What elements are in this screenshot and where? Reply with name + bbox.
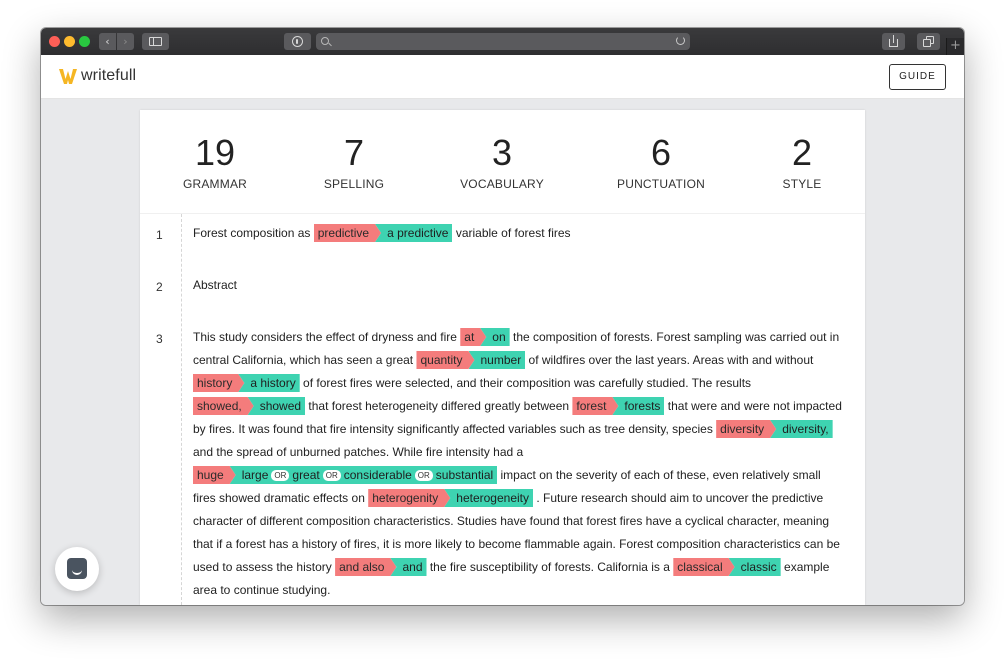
paragraph-3: This study considers the effect of dryne… [193, 326, 842, 602]
error-highlight[interactable]: quantity [416, 351, 474, 369]
writefull-logo-icon [59, 69, 77, 84]
chat-icon [67, 558, 87, 579]
reload-icon[interactable] [676, 36, 685, 45]
text-span: of wildfires over the last years. Areas … [528, 353, 814, 367]
or-separator: OR [414, 470, 433, 481]
stat-count: 2 [791, 132, 813, 173]
paragraph-1: Forest composition as predictive a predic… [193, 222, 833, 245]
privacy-report-button[interactable] [284, 33, 311, 50]
stat-style[interactable]: 2 STYLE [747, 132, 857, 191]
logo-text: writefull [81, 67, 137, 84]
suggestion-highlight[interactable]: number [468, 351, 526, 369]
text-span: fires showed dramatic effects on [193, 491, 365, 505]
show-tabs-button[interactable] [917, 33, 940, 50]
error-highlight[interactable]: forest [572, 397, 618, 415]
new-tab-button[interactable]: + [946, 38, 964, 55]
sidebar-icon [149, 37, 162, 46]
text-span: Forest composition as [193, 226, 311, 240]
error-highlight[interactable]: heterogenity [368, 489, 450, 507]
chat-button[interactable] [55, 547, 99, 591]
or-separator: OR [322, 470, 341, 481]
sidebar-toggle-button[interactable] [142, 33, 169, 50]
share-button[interactable] [882, 33, 905, 50]
text-span: . Future research should aim to uncover … [536, 491, 824, 505]
error-highlight[interactable]: huge [193, 466, 236, 484]
text-span: This study considers the effect of dryne… [193, 330, 457, 344]
line-gutter-divider [181, 214, 182, 605]
text-span: that were and were not impacted [667, 399, 842, 413]
browser-toolbar: ‹ › + [41, 28, 964, 55]
line-number: 3 [156, 332, 163, 346]
search-icon [321, 37, 329, 45]
text-span: Abstract [193, 278, 238, 292]
suggestion-highlight[interactable]: a predictive [375, 224, 453, 242]
stat-label: PUNCTUATION [617, 177, 705, 191]
text-span: that if a forest has a history of fires,… [193, 537, 840, 551]
error-highlight[interactable]: history [193, 374, 244, 392]
document-card: 19 GRAMMAR 7 SPELLING 3 VOCABULARY 6 PUN… [140, 110, 865, 605]
suggestion-options: large OR great OR considerable OR substantial [229, 466, 498, 484]
error-highlight[interactable]: showed, [193, 397, 254, 415]
stat-count: 7 [343, 132, 365, 173]
close-window-button[interactable] [49, 36, 60, 47]
paragraph-2: Abstract [193, 274, 833, 297]
text-span: the composition of forests. Forest sampl… [512, 330, 840, 344]
or-separator: OR [271, 470, 290, 481]
error-highlight[interactable]: classical [673, 558, 734, 576]
stat-vocabulary[interactable]: 3 VOCABULARY [447, 132, 557, 191]
suggestion-option[interactable]: substantial [436, 468, 493, 482]
back-button[interactable]: ‹ [99, 33, 116, 50]
stat-label: VOCABULARY [460, 177, 544, 191]
suggestion-highlight[interactable]: diversity, [770, 420, 833, 438]
forward-button[interactable]: › [117, 33, 134, 50]
shield-icon [292, 36, 303, 47]
suggestion-highlight[interactable]: showed [247, 397, 306, 415]
suggestion-highlight[interactable]: heterogeneity [444, 489, 533, 507]
text-span: area to continue studying. [193, 583, 331, 597]
stat-count: 6 [650, 132, 672, 173]
suggestion-option[interactable]: large [242, 468, 269, 482]
text-span: central California, which has seen a gre… [193, 353, 414, 367]
stat-punctuation[interactable]: 6 PUNCTUATION [606, 132, 716, 191]
text-span: and the spread of unburned patches. Whil… [193, 445, 524, 459]
suggestion-option[interactable]: great [292, 468, 319, 482]
guide-button[interactable]: GUIDE [889, 64, 946, 90]
stat-label: STYLE [782, 177, 822, 191]
line-number: 1 [156, 228, 163, 242]
text-span: example [784, 560, 830, 574]
error-highlight[interactable]: diversity [716, 420, 776, 438]
address-bar[interactable] [316, 33, 690, 50]
stats-bar: 19 GRAMMAR 7 SPELLING 3 VOCABULARY 6 PUN… [140, 110, 865, 214]
error-highlight[interactable]: predictive [314, 224, 381, 242]
stat-grammar[interactable]: 19 GRAMMAR [160, 132, 270, 191]
suggestion-option[interactable]: considerable [344, 468, 412, 482]
text-span: impact on the severity of each of these,… [500, 468, 821, 482]
suggestion-highlight[interactable]: forests [612, 397, 665, 415]
text-span: variable of forest fires [455, 226, 571, 240]
stat-label: GRAMMAR [182, 177, 248, 191]
stat-spelling[interactable]: 7 SPELLING [299, 132, 409, 191]
text-span: character of different composition chara… [193, 514, 830, 528]
suggestion-highlight[interactable]: a history [238, 374, 300, 392]
text-span: by fires. It was found that fire intensi… [193, 422, 713, 436]
text-span: that forest heterogeneity differed great… [308, 399, 570, 413]
error-highlight[interactable]: and also [335, 558, 396, 576]
minimize-window-button[interactable] [64, 36, 75, 47]
text-span: of forest fires were selected, and their… [303, 376, 752, 390]
browser-window: ‹ › + writefull GUIDE 19 GRAMMAR 7 SPELL… [41, 28, 964, 605]
zoom-window-button[interactable] [79, 36, 90, 47]
line-number: 2 [156, 280, 163, 294]
stat-count: 3 [491, 132, 513, 173]
text-span: used to assess the history [193, 560, 332, 574]
stat-label: SPELLING [323, 177, 385, 191]
suggestion-highlight[interactable]: classic [728, 558, 781, 576]
app-header: writefull GUIDE [41, 55, 964, 99]
text-span: the fire susceptibility of forests. Cali… [429, 560, 670, 574]
stat-count: 19 [194, 132, 236, 173]
